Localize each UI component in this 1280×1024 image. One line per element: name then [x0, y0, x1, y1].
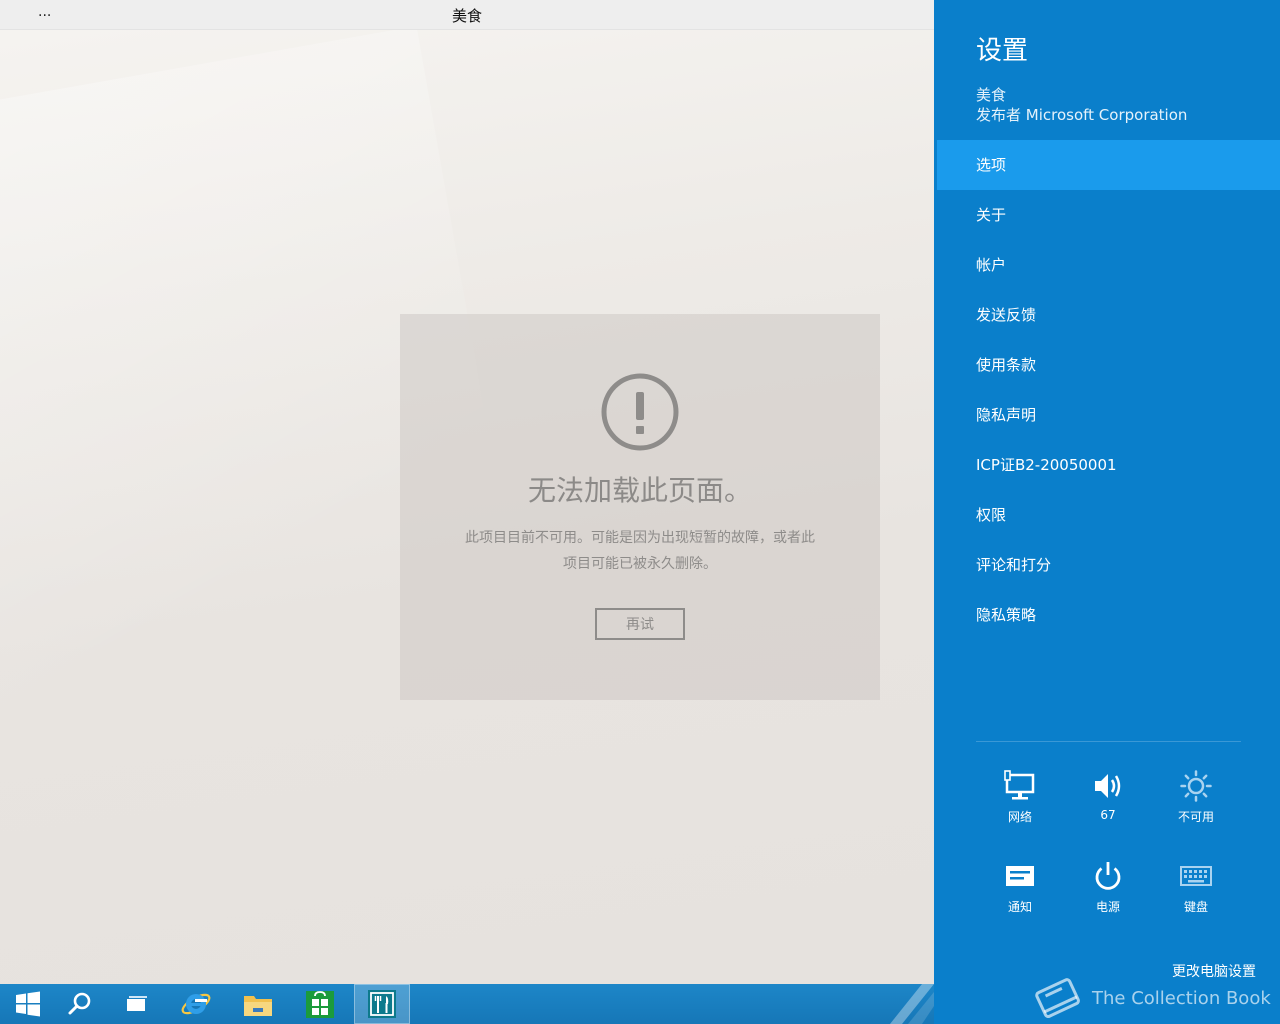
book-icon	[1035, 978, 1080, 1018]
notifications-icon	[1006, 866, 1034, 886]
start-button[interactable]	[0, 984, 56, 1024]
window-title: 美食	[451, 7, 482, 25]
watermark-text: The Collection Book	[1092, 988, 1271, 1009]
warning-icon	[601, 373, 679, 451]
power-tile[interactable]: 电源	[1068, 860, 1148, 915]
internet-explorer-button[interactable]	[168, 984, 224, 1024]
watermark: The Collection Book	[1030, 975, 1271, 1023]
keyboard-icon	[1180, 866, 1212, 886]
power-icon	[1095, 862, 1121, 890]
settings-title: 设置	[976, 36, 1029, 66]
food-app-button[interactable]	[354, 984, 410, 1024]
task-view-button[interactable]	[108, 984, 164, 1024]
internet-explorer-icon	[181, 993, 211, 1015]
settings-item-icp-license[interactable]: ICP证B2-20050001	[937, 440, 1280, 490]
app-window: ... 美食 无法加载此页面。 此项目目前不可用。可能是因为出现短暂的故障，或者…	[0, 0, 934, 984]
brightness-label: 不可用	[1177, 810, 1214, 824]
file-explorer-button[interactable]	[230, 984, 286, 1024]
settings-item-permissions[interactable]: 权限	[937, 490, 1280, 540]
settings-menu: 选项 关于 帐户 发送反馈 使用条款 隐私声明 ICP证B2-20050001 …	[937, 140, 1280, 640]
network-label: 网络	[1007, 810, 1032, 824]
settings-item-rate-and-review[interactable]: 评论和打分	[937, 540, 1280, 590]
settings-publisher: 发布者 Microsoft Corporation	[976, 106, 1188, 124]
store-icon	[306, 991, 334, 1018]
settings-item-privacy-statement[interactable]: 隐私声明	[937, 390, 1280, 440]
error-title: 无法加载此页面。	[527, 474, 752, 507]
retry-button[interactable]: 再试	[595, 608, 685, 640]
brightness-tile[interactable]: 不可用	[1156, 770, 1236, 825]
settings-item-terms-of-use[interactable]: 使用条款	[937, 340, 1280, 390]
search-icon	[68, 992, 91, 1015]
settings-item-privacy-policy[interactable]: 隐私策略	[937, 590, 1280, 640]
search-button[interactable]	[52, 984, 108, 1024]
network-tile[interactable]: 网络	[980, 770, 1060, 825]
settings-pane: 设置 美食 发布者 Microsoft Corporation 选项 关于 帐户…	[934, 0, 1280, 1024]
error-message: 此项目目前不可用。可能是因为出现短暂的故障，或者此项目可能已被永久删除。	[465, 530, 815, 572]
settings-item-options[interactable]: 选项	[937, 140, 1280, 190]
store-button[interactable]	[292, 984, 348, 1024]
brightness-icon	[1180, 770, 1212, 802]
notifications-label: 通知	[1007, 900, 1032, 914]
title-bar: ... 美食	[0, 0, 934, 30]
volume-tile[interactable]: 67	[1068, 770, 1148, 822]
network-icon	[1004, 770, 1035, 800]
notifications-tile[interactable]: 通知	[980, 860, 1060, 915]
settings-divider	[976, 741, 1241, 742]
food-app-icon	[368, 990, 396, 1018]
file-explorer-icon	[244, 996, 272, 1016]
windows-start-icon	[16, 991, 40, 1017]
volume-label: 67	[1100, 808, 1116, 822]
keyboard-label: 键盘	[1183, 900, 1208, 914]
power-label: 电源	[1095, 900, 1120, 914]
error-panel: 无法加载此页面。 此项目目前不可用。可能是因为出现短暂的故障，或者此项目可能已被…	[400, 314, 880, 700]
settings-item-about[interactable]: 关于	[937, 190, 1280, 240]
taskbar-accent-decoration	[890, 984, 934, 1024]
volume-icon	[1095, 774, 1121, 798]
taskbar	[0, 984, 934, 1024]
settings-item-feedback[interactable]: 发送反馈	[937, 290, 1280, 340]
settings-item-account[interactable]: 帐户	[937, 240, 1280, 290]
task-view-icon	[127, 996, 147, 1011]
settings-app-name: 美食	[976, 86, 1007, 104]
keyboard-tile[interactable]: 键盘	[1156, 860, 1236, 915]
